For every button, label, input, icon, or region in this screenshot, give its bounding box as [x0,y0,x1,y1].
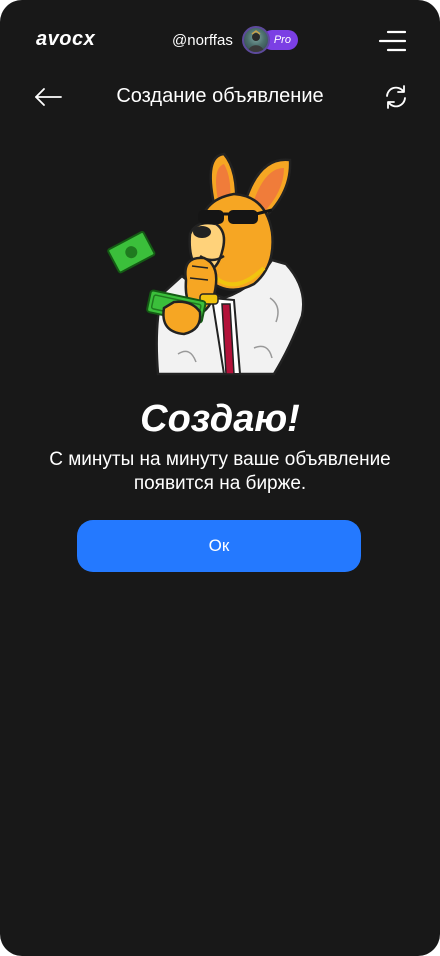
username: @norffas [172,31,233,49]
arrow-left-icon[interactable] [34,86,62,108]
avatar[interactable] [241,26,270,54]
brand-logo[interactable]: avocx [36,28,95,51]
app-screen: avocx @norffas Pro Создание объявление С… [0,0,440,956]
top-bar: avocx @norffas Pro [0,0,440,80]
ok-button[interactable]: Ок [77,520,361,572]
hamburger-menu-icon[interactable] [378,29,406,53]
status-message: С минуты на минуту ваше объявление появи… [49,449,391,494]
status-headline: Создаю! [140,398,300,440]
kangaroo-mascot-illustration [107,152,305,376]
user-profile[interactable]: @norffas Pro [172,26,298,54]
refresh-icon[interactable] [383,84,409,110]
page-title: Создание объявление [116,85,324,107]
page-header: Создание объявление [0,80,440,114]
